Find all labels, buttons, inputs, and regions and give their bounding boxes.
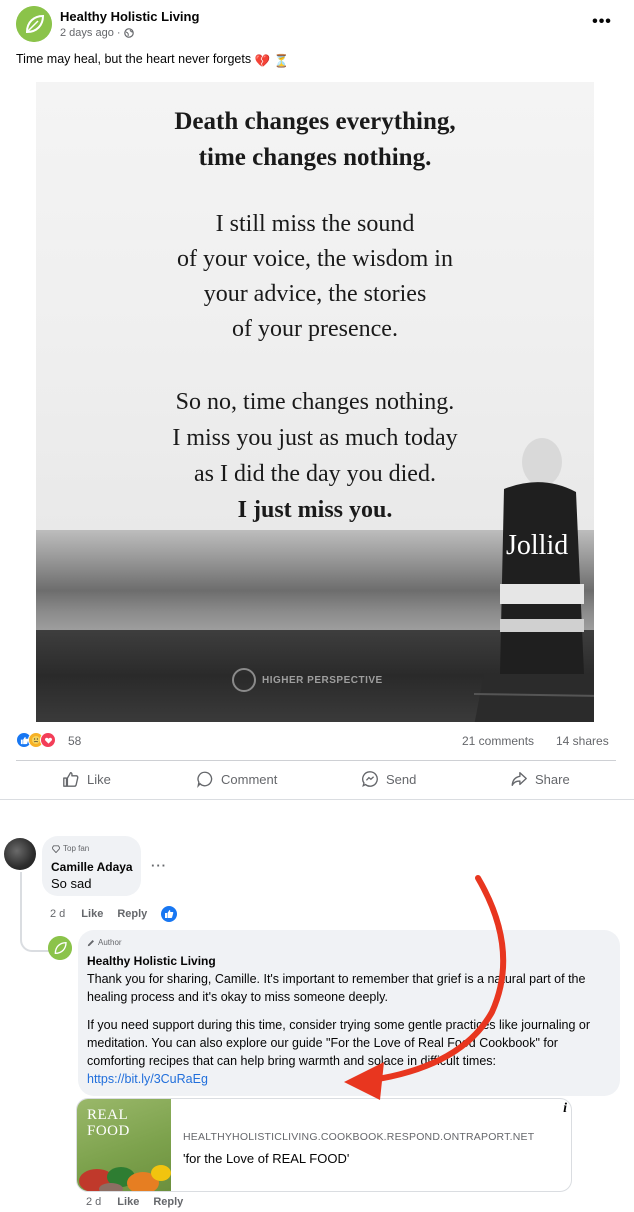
post-card: Healthy Holistic Living 2 days ago · •••… — [0, 0, 634, 800]
reply-time[interactable]: 2 d — [86, 1196, 101, 1208]
link-preview-title: 'for the Love of REAL FOOD' — [183, 1151, 350, 1166]
author-badge: Author — [87, 938, 122, 947]
send-label: Send — [386, 771, 417, 787]
broken-heart-emoji: 💔 — [254, 54, 271, 68]
more-options-button[interactable]: ••• — [588, 10, 616, 34]
quote-line: I still miss the sound — [215, 211, 415, 237]
quote-line: of your presence. — [232, 316, 398, 342]
comment-bubble: Top fan Camille Adaya So sad — [42, 836, 141, 896]
share-label: Share — [535, 771, 570, 787]
comment-bubble-icon — [197, 771, 213, 788]
comment-button[interactable]: Comment — [196, 767, 277, 791]
leaf-logo-icon — [16, 6, 52, 42]
post-caption: Time may heal, but the heart never forge… — [16, 52, 289, 69]
post-meta: 2 days ago · — [60, 27, 134, 39]
reply-paragraph: If you need support during this time, co… — [87, 1016, 607, 1088]
comment-text: So sad — [51, 876, 92, 891]
commenter-avatar[interactable] — [4, 838, 36, 870]
diamond-icon — [52, 844, 60, 853]
comment-time[interactable]: 2 d — [50, 908, 65, 920]
reply-link[interactable]: https://bit.ly/3CuRaEg — [87, 1072, 208, 1086]
reply-reply-button[interactable]: Reply — [153, 1196, 183, 1208]
post-timestamp[interactable]: 2 days ago · — [60, 27, 121, 39]
comment-label: Comment — [221, 771, 278, 787]
link-preview-card[interactable]: REAL FOOD HEALTHYHOLISTICLIVING.COOKBOOK… — [76, 1098, 572, 1192]
reaction-icons[interactable] — [16, 732, 56, 748]
reply-like-button[interactable]: Like — [117, 1196, 139, 1208]
quote-line: your advice, the stories — [203, 281, 427, 307]
comment-more-button[interactable]: ··· — [151, 858, 167, 873]
link-preview-thumbnail: REAL FOOD — [77, 1099, 171, 1191]
globe-icon — [123, 28, 134, 38]
top-fan-label: Top fan — [63, 844, 90, 853]
thumbs-up-icon — [63, 772, 79, 787]
thumbnail-title-line: REAL — [87, 1107, 129, 1123]
hourglass-emoji: ⏳ — [273, 54, 290, 68]
caption-text: Time may heal, but the heart never forge… — [16, 52, 252, 66]
watermark-logo-icon — [232, 668, 256, 692]
reply-meta: 2 d Like Reply — [86, 1196, 197, 1208]
thumbnail-title-line: FOOD — [87, 1123, 130, 1139]
comments-count[interactable]: 21 comments — [462, 734, 534, 748]
top-fan-badge: Top fan — [52, 844, 89, 853]
quote-line: time changes nothing. — [198, 144, 432, 171]
seated-figure-illustration: Jollid — [473, 438, 594, 722]
reply-thread-line — [20, 872, 50, 952]
quote-paragraph: I still miss the sound of your voice, th… — [36, 207, 594, 347]
reply-bubble: Author Healthy Holistic Living Thank you… — [78, 930, 620, 1096]
jacket-text: Jollid — [506, 530, 568, 561]
thumbnail-title: REAL FOOD — [87, 1107, 130, 1139]
share-arrow-icon — [511, 772, 527, 786]
leaf-logo-icon — [48, 936, 72, 960]
send-button[interactable]: Send — [361, 767, 416, 791]
quote-line: Death changes everything, — [174, 108, 456, 135]
watermark: HIGHER PERSPECTIVE — [232, 668, 383, 692]
reply-author-name[interactable]: Healthy Holistic Living — [87, 954, 216, 968]
link-preview-domain: HEALTHYHOLISTICLIVING.COOKBOOK.RESPOND.O… — [183, 1131, 535, 1143]
post-stats: 58 21 comments 14 shares — [16, 732, 616, 752]
shares-count[interactable]: 14 shares — [556, 734, 609, 748]
messenger-icon — [362, 771, 378, 788]
author-avatar[interactable] — [48, 936, 72, 960]
page-avatar[interactable] — [16, 6, 52, 42]
watermark-text: HIGHER PERSPECTIVE — [262, 674, 383, 686]
comment-reply-button[interactable]: Reply — [117, 908, 147, 920]
reply-paragraph: Thank you for sharing, Camille. It's imp… — [87, 972, 586, 1004]
like-button[interactable]: Like — [62, 767, 111, 791]
comment-like-button[interactable]: Like — [81, 908, 103, 920]
quote-line: of your voice, the wisdom in — [177, 246, 453, 272]
info-icon[interactable]: i — [563, 1101, 567, 1117]
pencil-icon — [87, 939, 94, 946]
food-photo-illustration — [79, 1165, 171, 1191]
quote-heading: Death changes everything, time changes n… — [36, 104, 594, 176]
post-actions: Like Comment Send Share — [16, 760, 616, 796]
commenter-name[interactable]: Camille Adaya — [51, 860, 133, 874]
reaction-count[interactable]: 58 — [68, 734, 81, 748]
page-name[interactable]: Healthy Holistic Living — [60, 9, 199, 24]
author-label: Author — [98, 938, 122, 947]
reply-text: If you need support during this time, co… — [87, 1018, 591, 1068]
post-header: Healthy Holistic Living 2 days ago · ••• — [16, 6, 616, 44]
quote-line: So no, time changes nothing. — [175, 389, 455, 415]
comment-meta: 2 d Like Reply — [50, 906, 178, 922]
post-image[interactable]: Death changes everything, time changes n… — [36, 82, 594, 722]
like-label: Like — [87, 771, 111, 787]
share-button[interactable]: Share — [510, 767, 570, 791]
comment-like-reaction-icon[interactable] — [161, 906, 178, 922]
love-reaction-icon — [40, 732, 56, 748]
